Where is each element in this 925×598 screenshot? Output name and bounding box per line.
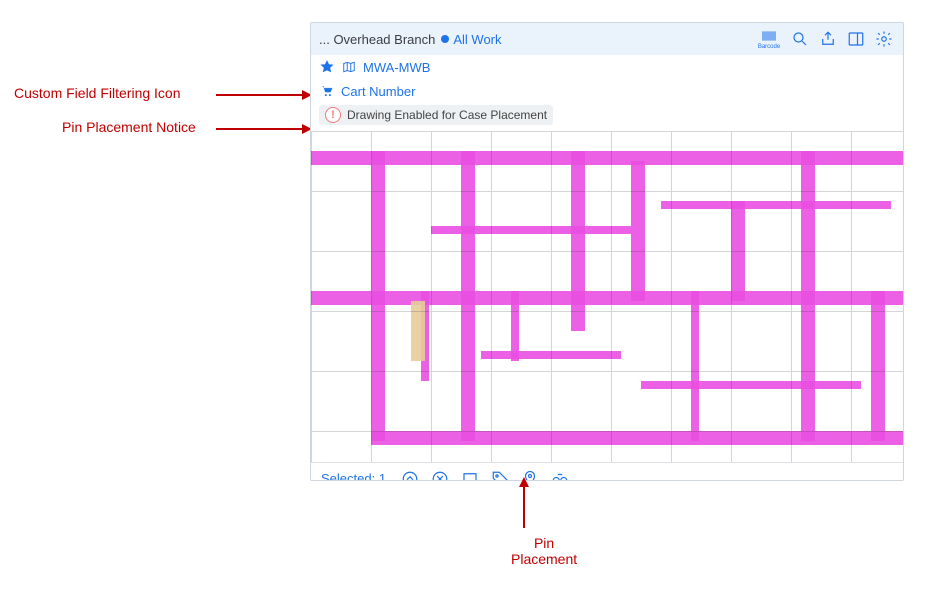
barcode-icon [760, 28, 778, 44]
selected-count-label: Selected: 1 [321, 471, 386, 481]
search-button[interactable] [789, 28, 811, 50]
favorite-button[interactable] [319, 59, 335, 75]
gear-icon [875, 30, 893, 48]
work-filter-label: All Work [453, 32, 501, 47]
settings-button[interactable] [873, 28, 895, 50]
cart-filter-row[interactable]: Cart Number [311, 79, 903, 103]
tag-icon [491, 470, 509, 482]
cart-icon [320, 84, 334, 98]
map-icon [342, 60, 356, 74]
annotation-arrow [216, 94, 306, 96]
plus-badge-icon: + [541, 479, 547, 482]
search-icon [791, 30, 809, 48]
alert-icon: ! [325, 107, 341, 123]
chevron-up-circle-icon [401, 470, 419, 482]
star-icon [320, 60, 334, 74]
breadcrumb[interactable]: ... Overhead Branch [319, 32, 435, 47]
selection-toolbar: Selected: 1 + [311, 462, 903, 481]
annotation-custom-filter-label: Custom Field Filtering Icon [14, 85, 181, 101]
pin-placement-notice: ! Drawing Enabled for Case Placement [319, 105, 553, 125]
annotation-arrow [523, 483, 525, 528]
annotation-arrow [216, 128, 306, 130]
panel-toggle-button[interactable] [845, 28, 867, 50]
tag-button[interactable] [490, 469, 510, 482]
comment-button[interactable] [460, 469, 480, 482]
share-button[interactable] [817, 28, 839, 50]
notice-text: Drawing Enabled for Case Placement [347, 108, 547, 122]
x-circle-icon [431, 470, 449, 482]
drawing-name-link[interactable]: MWA-MWB [363, 60, 430, 75]
chat-icon [461, 470, 479, 482]
app-window: ... Overhead Branch All Work Barcode [310, 22, 904, 481]
binoculars-icon [551, 470, 569, 482]
inspect-button[interactable] [550, 469, 570, 482]
collapse-button[interactable] [400, 469, 420, 482]
cart-number-label: Cart Number [341, 84, 415, 99]
annotation-pin-placement-label: Pin Placement [511, 535, 577, 567]
barcode-button[interactable]: Barcode [755, 28, 783, 50]
cart-filter-icon-button[interactable] [319, 83, 335, 99]
sidebar-icon [847, 30, 865, 48]
barcode-label: Barcode [758, 44, 780, 50]
work-filter-dot-icon [441, 35, 449, 43]
drawing-meta-row: MWA-MWB [311, 55, 903, 79]
clear-selection-button[interactable] [430, 469, 450, 482]
drawing-map-button[interactable] [341, 59, 357, 75]
top-bar: ... Overhead Branch All Work Barcode [311, 23, 903, 55]
annotation-pin-notice-label: Pin Placement Notice [62, 119, 196, 135]
drawing-canvas[interactable] [311, 131, 903, 462]
work-filter[interactable]: All Work [441, 32, 501, 47]
share-icon [819, 30, 837, 48]
